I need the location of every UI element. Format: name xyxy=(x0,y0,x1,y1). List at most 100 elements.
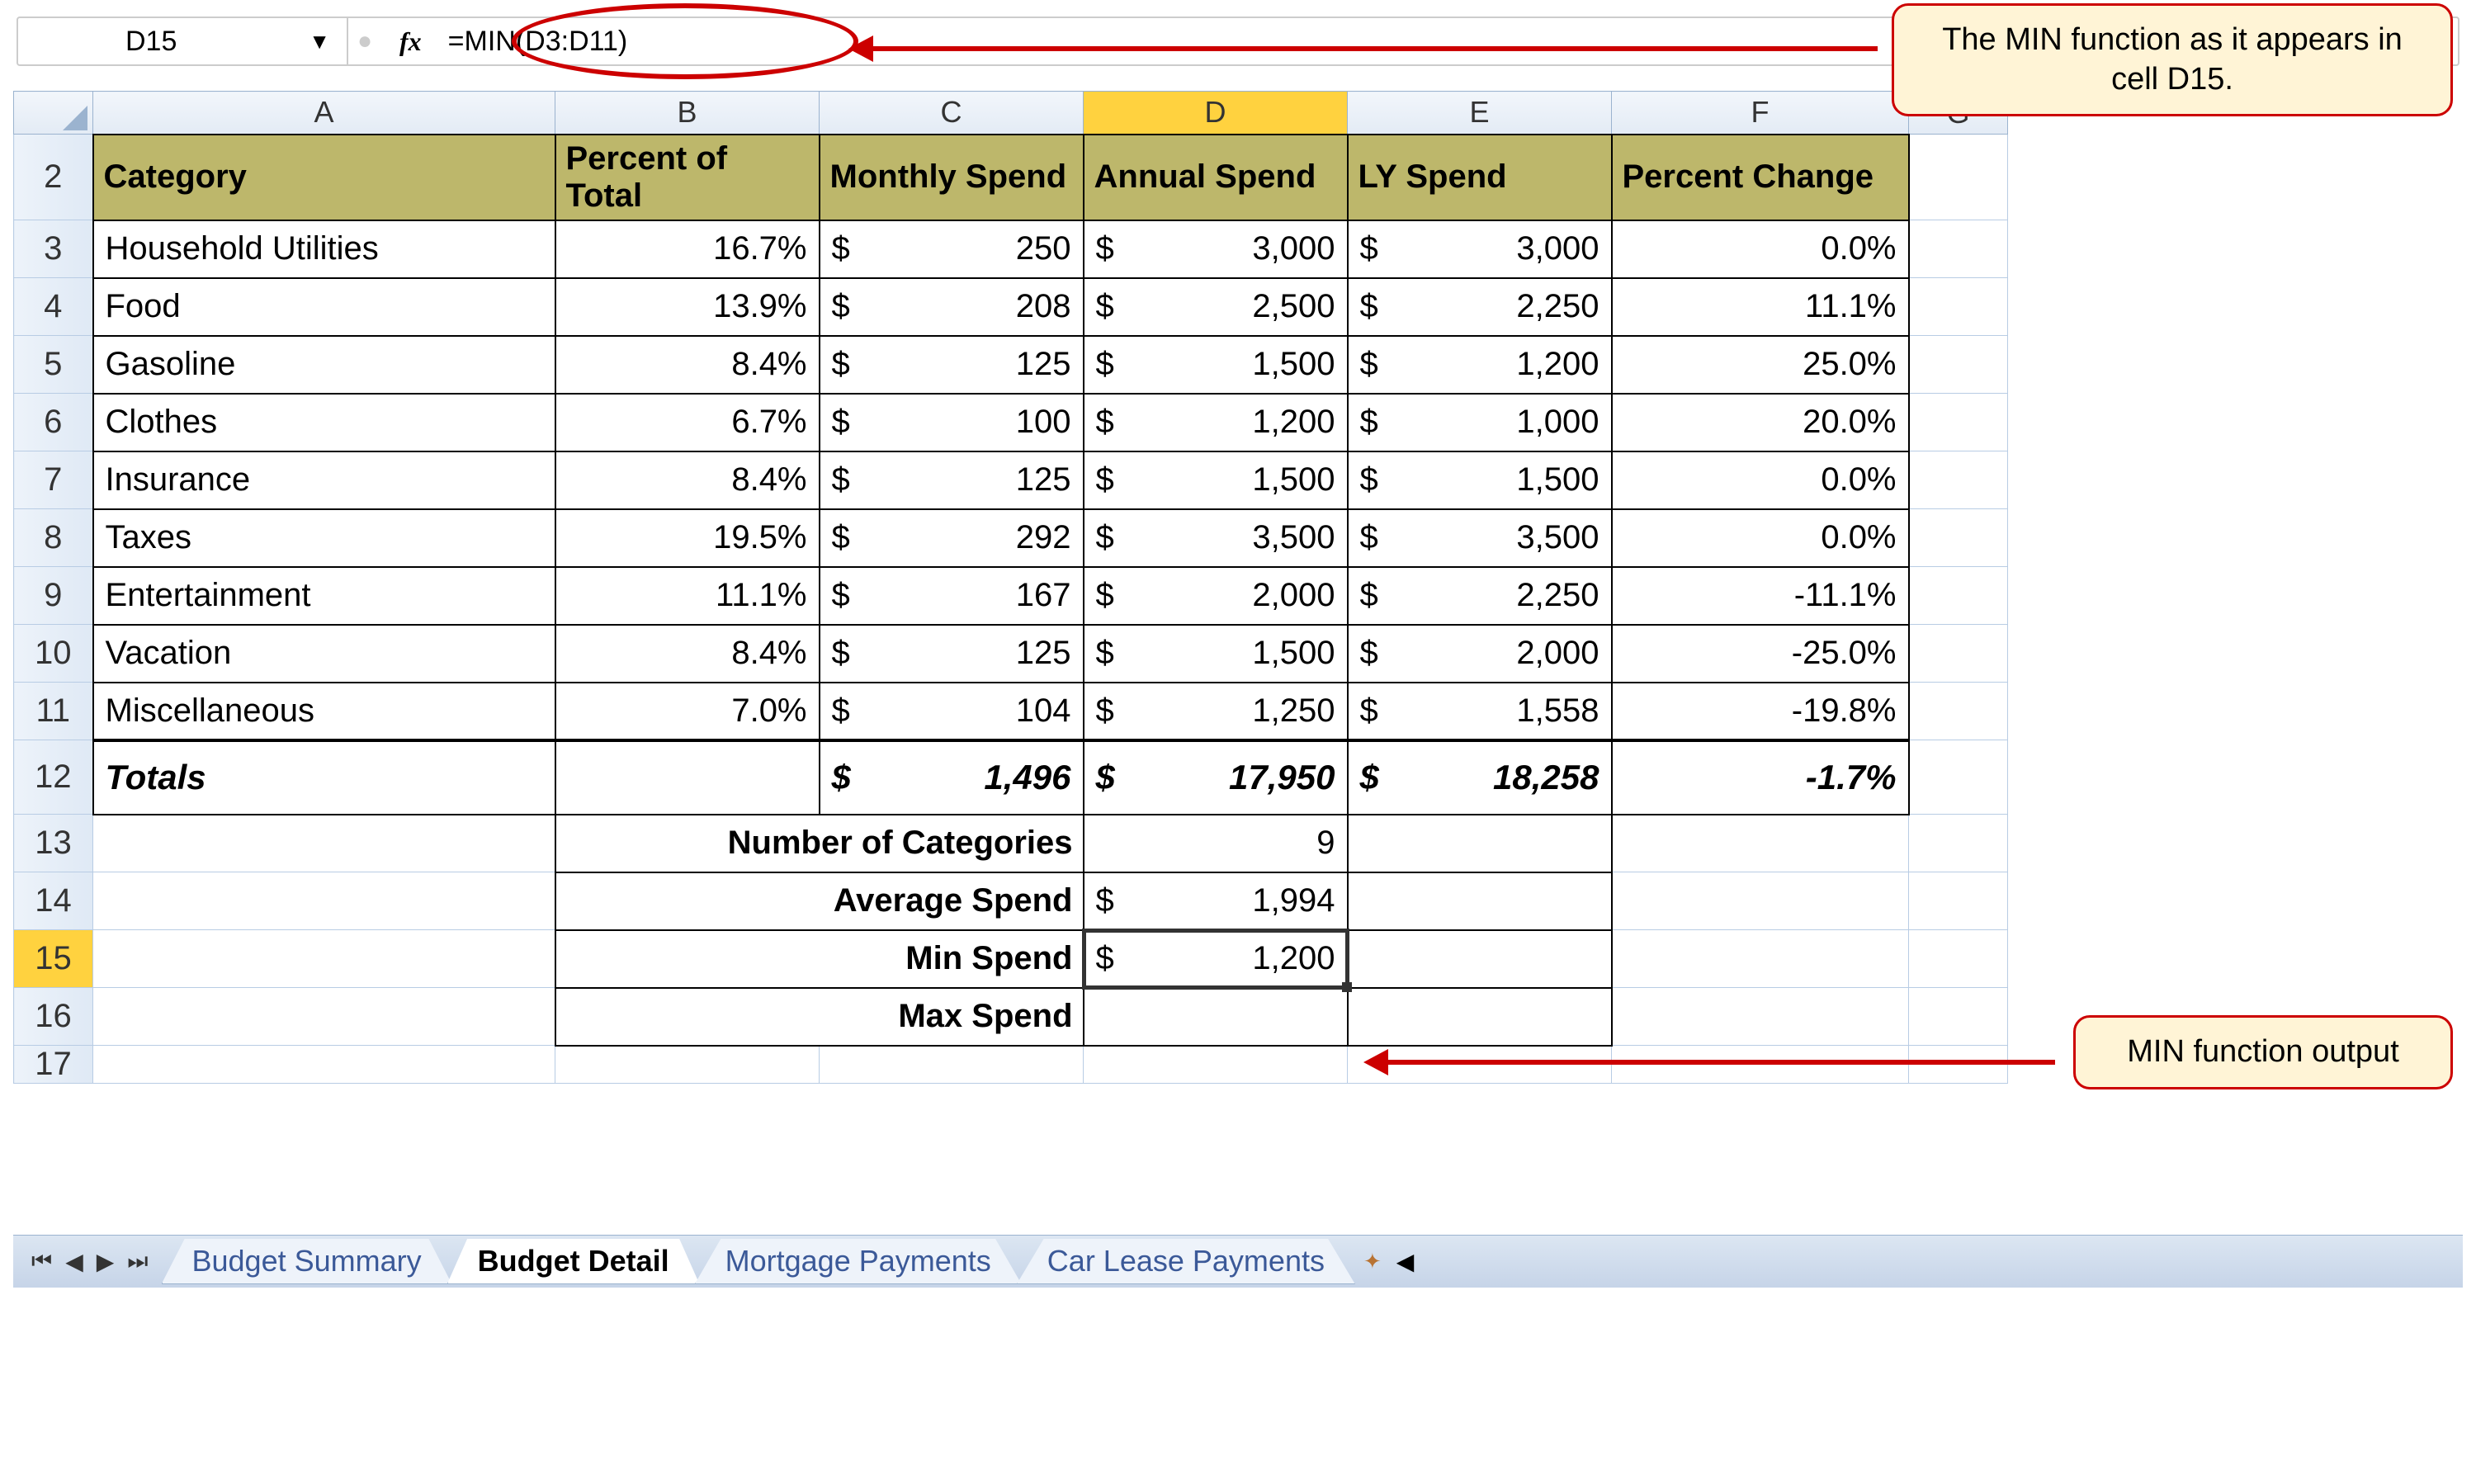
cell-G3[interactable] xyxy=(1909,220,2008,278)
col-header-A[interactable]: A xyxy=(93,92,555,135)
cell-G16[interactable] xyxy=(1909,988,2008,1046)
hdr-monthly[interactable]: Monthly Spend xyxy=(820,135,1084,220)
tab-car-lease[interactable]: Car Lease Payments xyxy=(1017,1239,1355,1284)
col-header-B[interactable]: B xyxy=(555,92,820,135)
hdr-category[interactable]: Category xyxy=(93,135,555,220)
cell-annual[interactable]: $3,000 xyxy=(1084,220,1348,278)
cell-E14[interactable] xyxy=(1348,872,1612,930)
cell-ly[interactable]: $2,250 xyxy=(1348,278,1612,336)
row-header-11[interactable]: 11 xyxy=(14,683,93,740)
row-header-17[interactable]: 17 xyxy=(14,1046,93,1084)
fx-icon[interactable]: fx xyxy=(381,26,440,57)
cell-G5[interactable] xyxy=(1909,336,2008,394)
cell-annual[interactable]: $1,250 xyxy=(1084,683,1348,740)
numcat-label[interactable]: Number of Categories xyxy=(555,815,1084,872)
cell-C17[interactable] xyxy=(820,1046,1084,1084)
cell-G11[interactable] xyxy=(1909,683,2008,740)
hdr-chg[interactable]: Percent Change xyxy=(1612,135,1909,220)
cell-D17[interactable] xyxy=(1084,1046,1348,1084)
totals-monthly[interactable]: $1,496 xyxy=(820,740,1084,815)
formula-input[interactable]: =MIN(D3:D11) xyxy=(440,26,628,58)
cell-category[interactable]: Vacation xyxy=(93,625,555,683)
totals-label[interactable]: Totals xyxy=(93,740,555,815)
row-header-4[interactable]: 4 xyxy=(14,278,93,336)
cell-G12[interactable] xyxy=(1909,740,2008,815)
cell-pct[interactable]: 8.4% xyxy=(555,336,820,394)
cell-annual[interactable]: $1,500 xyxy=(1084,625,1348,683)
cell-annual[interactable]: $2,500 xyxy=(1084,278,1348,336)
row-header-5[interactable]: 5 xyxy=(14,336,93,394)
hdr-annual[interactable]: Annual Spend xyxy=(1084,135,1348,220)
cell-pct[interactable]: 13.9% xyxy=(555,278,820,336)
col-header-D[interactable]: D xyxy=(1084,92,1348,135)
cell-F15[interactable] xyxy=(1612,930,1909,988)
cell-monthly[interactable]: $292 xyxy=(820,509,1084,567)
cell-chg[interactable]: 20.0% xyxy=(1612,394,1909,451)
tab-budget-detail[interactable]: Budget Detail xyxy=(447,1239,700,1284)
cell-chg[interactable]: 0.0% xyxy=(1612,509,1909,567)
row-header-10[interactable]: 10 xyxy=(14,625,93,683)
cell-A14[interactable] xyxy=(93,872,555,930)
row-header-16[interactable]: 16 xyxy=(14,988,93,1046)
cell-G7[interactable] xyxy=(1909,451,2008,509)
fx-cancel-icon[interactable]: ● xyxy=(348,27,381,55)
row-header-15[interactable]: 15 xyxy=(14,930,93,988)
tab-mortgage[interactable]: Mortgage Payments xyxy=(695,1239,1022,1284)
totals-annual[interactable]: $17,950 xyxy=(1084,740,1348,815)
cell-monthly[interactable]: $125 xyxy=(820,336,1084,394)
cell-category[interactable]: Gasoline xyxy=(93,336,555,394)
max-val[interactable] xyxy=(1084,988,1348,1046)
cell-ly[interactable]: $2,000 xyxy=(1348,625,1612,683)
cell-chg[interactable]: 25.0% xyxy=(1612,336,1909,394)
row-header-13[interactable]: 13 xyxy=(14,815,93,872)
row-header-12[interactable]: 12 xyxy=(14,740,93,815)
tab-nav-last-icon[interactable]: ⏭ xyxy=(127,1248,148,1275)
row-header-3[interactable]: 3 xyxy=(14,220,93,278)
cell-monthly[interactable]: $100 xyxy=(820,394,1084,451)
numcat-val[interactable]: 9 xyxy=(1084,815,1348,872)
max-label[interactable]: Max Spend xyxy=(555,988,1084,1046)
cell-monthly[interactable]: $104 xyxy=(820,683,1084,740)
cell-G13[interactable] xyxy=(1909,815,2008,872)
cell-annual[interactable]: $2,000 xyxy=(1084,567,1348,625)
tab-nav-next-icon[interactable]: ▶ xyxy=(97,1248,115,1275)
cell-category[interactable]: Insurance xyxy=(93,451,555,509)
col-header-C[interactable]: C xyxy=(820,92,1084,135)
cell-G8[interactable] xyxy=(1909,509,2008,567)
min-val[interactable]: $1,200 xyxy=(1084,930,1348,988)
cell-E16[interactable] xyxy=(1348,988,1612,1046)
cell-pct[interactable]: 16.7% xyxy=(555,220,820,278)
cell-pct[interactable]: 19.5% xyxy=(555,509,820,567)
name-box-dropdown-icon[interactable]: ▼ xyxy=(309,29,330,54)
cell-G6[interactable] xyxy=(1909,394,2008,451)
row-header-9[interactable]: 9 xyxy=(14,567,93,625)
cell-A16[interactable] xyxy=(93,988,555,1046)
cell-chg[interactable]: -19.8% xyxy=(1612,683,1909,740)
avg-val[interactable]: $1,994 xyxy=(1084,872,1348,930)
col-header-E[interactable]: E xyxy=(1348,92,1612,135)
cell-monthly[interactable]: $125 xyxy=(820,625,1084,683)
cell-pct[interactable]: 7.0% xyxy=(555,683,820,740)
cell-category[interactable]: Food xyxy=(93,278,555,336)
cell-F16[interactable] xyxy=(1612,988,1909,1046)
cell-monthly[interactable]: $125 xyxy=(820,451,1084,509)
cell-pct[interactable]: 11.1% xyxy=(555,567,820,625)
cell-G15[interactable] xyxy=(1909,930,2008,988)
cell-ly[interactable]: $1,200 xyxy=(1348,336,1612,394)
totals-ly[interactable]: $18,258 xyxy=(1348,740,1612,815)
cell-ly[interactable]: $1,558 xyxy=(1348,683,1612,740)
cell-pct[interactable]: 8.4% xyxy=(555,625,820,683)
row-header-2[interactable]: 2 xyxy=(14,135,93,220)
cell-A17[interactable] xyxy=(93,1046,555,1084)
cell-G9[interactable] xyxy=(1909,567,2008,625)
cell-ly[interactable]: $1,000 xyxy=(1348,394,1612,451)
cell-category[interactable]: Taxes xyxy=(93,509,555,567)
cell-G2[interactable] xyxy=(1909,135,2008,220)
cell-category[interactable]: Miscellaneous xyxy=(93,683,555,740)
cell-G14[interactable] xyxy=(1909,872,2008,930)
cell-ly[interactable]: $3,500 xyxy=(1348,509,1612,567)
cell-chg[interactable]: 0.0% xyxy=(1612,220,1909,278)
min-label[interactable]: Min Spend xyxy=(555,930,1084,988)
cell-B17[interactable] xyxy=(555,1046,820,1084)
cell-pct[interactable]: 8.4% xyxy=(555,451,820,509)
